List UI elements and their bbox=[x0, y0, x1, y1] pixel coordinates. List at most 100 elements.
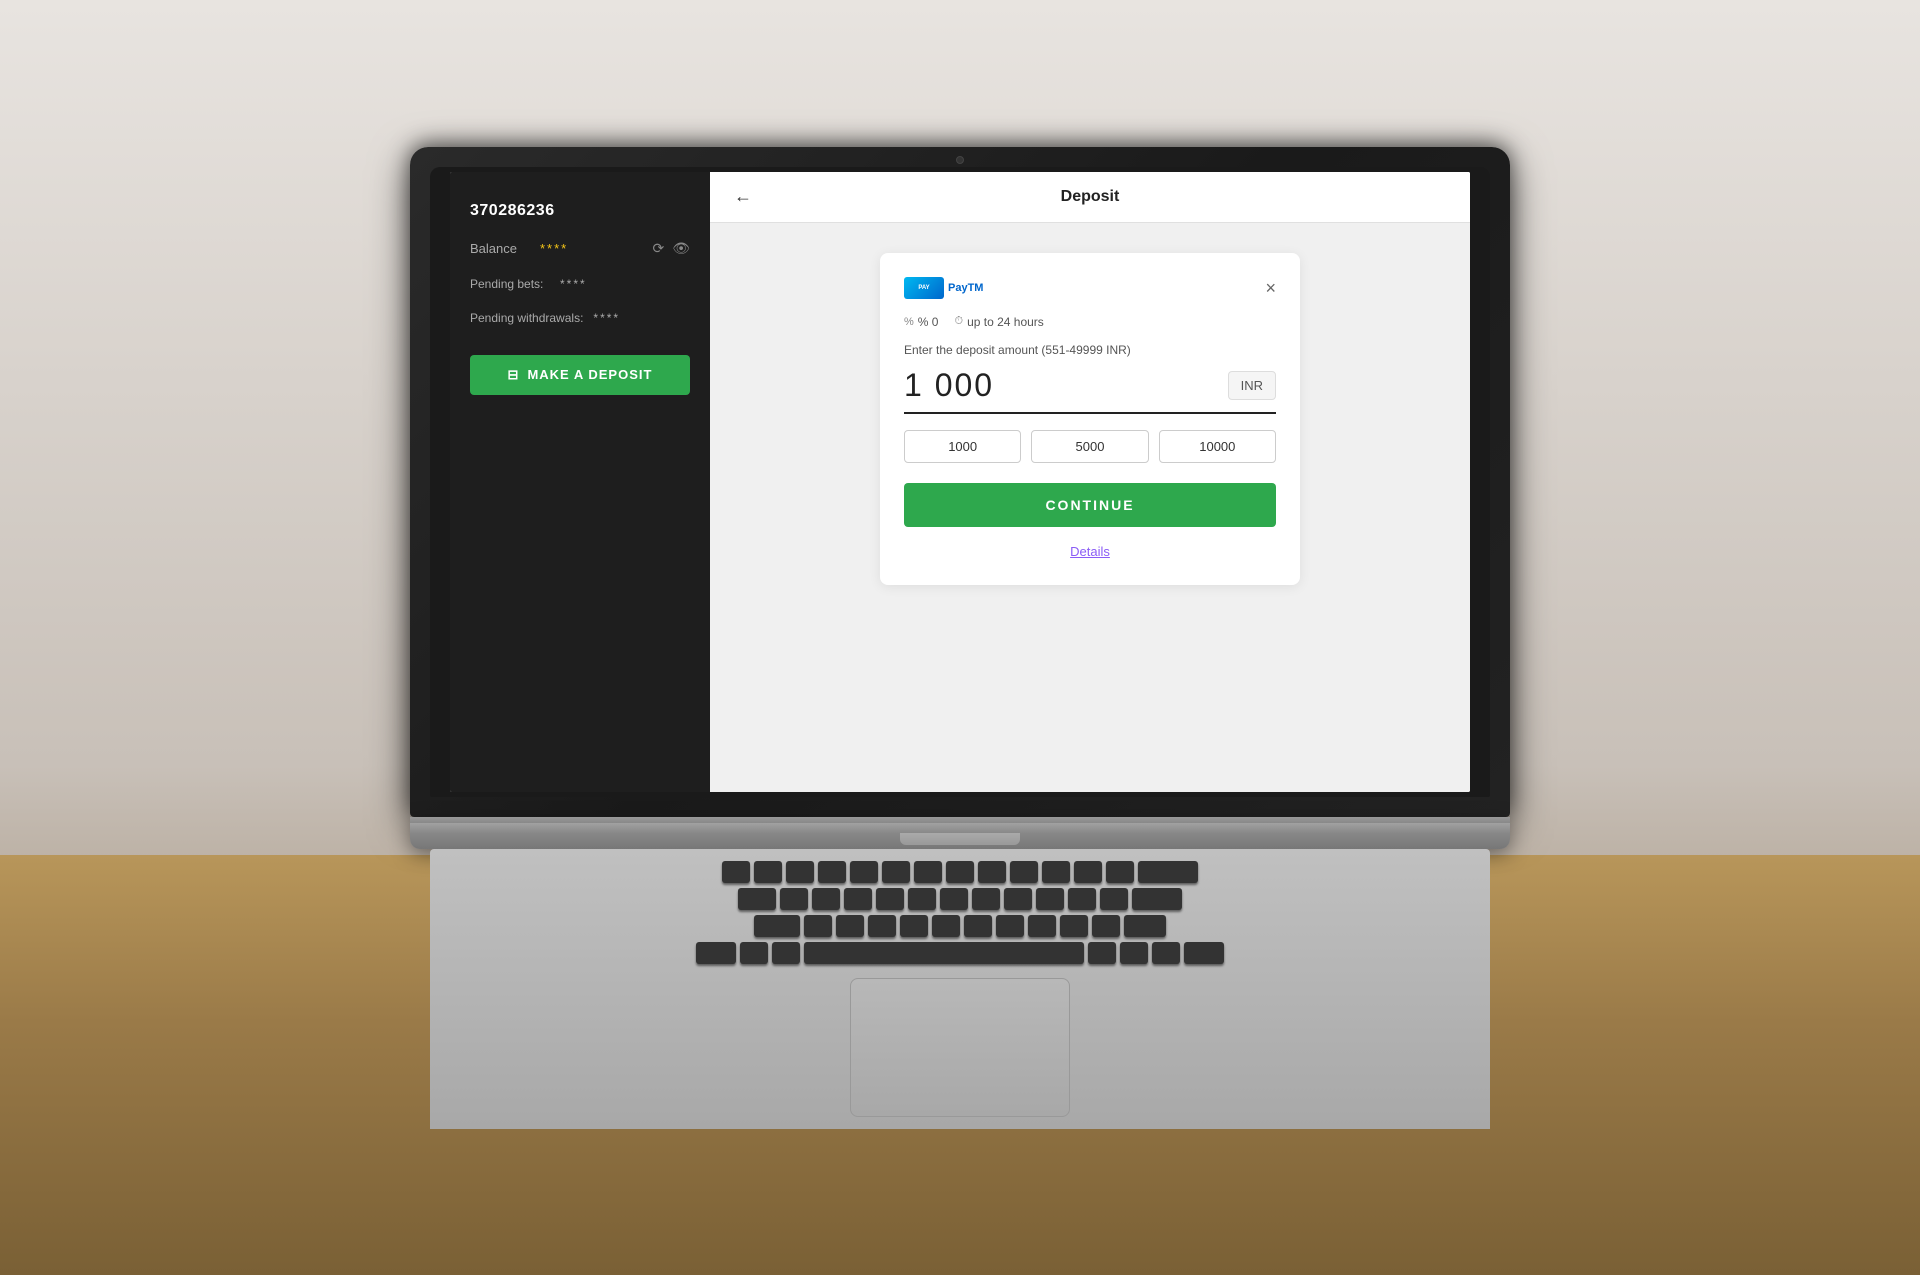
key bbox=[964, 915, 992, 937]
balance-icons: ⟳ 👁 bbox=[652, 240, 690, 257]
key bbox=[1074, 861, 1102, 883]
key bbox=[812, 888, 840, 910]
key-row-2 bbox=[450, 888, 1470, 910]
scene: 370286236 Balance **** ⟳ 👁 Pending bets: bbox=[0, 0, 1920, 1275]
pending-bets-label: Pending bets: bbox=[470, 277, 550, 291]
key bbox=[754, 915, 800, 937]
key bbox=[932, 915, 960, 937]
laptop-base bbox=[410, 817, 1510, 849]
quick-amount-10000[interactable]: 10000 bbox=[1159, 430, 1276, 463]
key bbox=[738, 888, 776, 910]
quick-amount-5000[interactable]: 5000 bbox=[1031, 430, 1148, 463]
key bbox=[1152, 942, 1180, 964]
key bbox=[844, 888, 872, 910]
webcam-icon bbox=[956, 156, 964, 164]
key bbox=[1028, 915, 1056, 937]
key bbox=[754, 861, 782, 883]
pending-bets-value: **** bbox=[560, 277, 587, 291]
back-button[interactable]: ← bbox=[734, 186, 752, 207]
deposit-hint: Enter the deposit amount (551-49999 INR) bbox=[904, 343, 1276, 357]
screen-content: 370286236 Balance **** ⟳ 👁 Pending bets: bbox=[450, 172, 1470, 792]
quick-amounts: 1000 5000 10000 bbox=[904, 430, 1276, 463]
laptop-bezel: 370286236 Balance **** ⟳ 👁 Pending bets: bbox=[430, 167, 1490, 797]
key bbox=[1088, 942, 1116, 964]
key bbox=[1010, 861, 1038, 883]
key bbox=[818, 861, 846, 883]
details-link[interactable]: Details bbox=[1070, 544, 1110, 559]
key bbox=[696, 942, 736, 964]
key bbox=[882, 861, 910, 883]
quick-amount-1000[interactable]: 1000 bbox=[904, 430, 1021, 463]
fee-item: % % 0 bbox=[904, 315, 938, 329]
paytm-label: PayTM bbox=[948, 282, 983, 294]
hinge-strip bbox=[410, 817, 1510, 823]
continue-button[interactable]: CONTINUE bbox=[904, 483, 1276, 527]
key bbox=[972, 888, 1000, 910]
key bbox=[1036, 888, 1064, 910]
account-id: 370286236 bbox=[470, 202, 690, 220]
key bbox=[978, 861, 1006, 883]
pending-withdrawals-label: Pending withdrawals: bbox=[470, 311, 583, 325]
balance-row: Balance **** ⟳ 👁 bbox=[470, 240, 690, 257]
paytm-logo: PAY PayTM bbox=[904, 277, 983, 299]
key-row-1 bbox=[450, 861, 1470, 883]
eye-hide-icon[interactable]: 👁 bbox=[672, 240, 690, 257]
deposit-icon: ⊟ bbox=[508, 367, 520, 383]
key bbox=[1106, 861, 1134, 883]
key bbox=[946, 861, 974, 883]
time-value: up to 24 hours bbox=[967, 315, 1044, 329]
sidebar: 370286236 Balance **** ⟳ 👁 Pending bets: bbox=[450, 172, 710, 792]
key bbox=[940, 888, 968, 910]
key-row-3 bbox=[450, 915, 1470, 937]
deposit-card: PAY PayTM × % bbox=[880, 253, 1300, 585]
clock-icon: ⏱ bbox=[954, 315, 963, 328]
laptop-lid: 370286236 Balance **** ⟳ 👁 Pending bets: bbox=[410, 147, 1510, 817]
balance-label: Balance bbox=[470, 241, 530, 256]
spacebar-key bbox=[804, 942, 1084, 964]
keyboard-rows bbox=[450, 861, 1470, 964]
key bbox=[1100, 888, 1128, 910]
key bbox=[1124, 915, 1166, 937]
key bbox=[722, 861, 750, 883]
time-item: ⏱ up to 24 hours bbox=[954, 315, 1043, 329]
key bbox=[1060, 915, 1088, 937]
refresh-icon[interactable]: ⟳ bbox=[652, 240, 664, 257]
close-button[interactable]: × bbox=[1265, 279, 1276, 297]
laptop-keyboard bbox=[430, 849, 1490, 1129]
pending-bets-row: Pending bets: **** bbox=[470, 277, 690, 291]
key bbox=[914, 861, 942, 883]
key bbox=[1068, 888, 1096, 910]
card-meta: % % 0 ⏱ up to 24 hours bbox=[904, 315, 1276, 329]
key bbox=[1092, 915, 1120, 937]
currency-label: INR bbox=[1228, 371, 1276, 400]
make-deposit-button[interactable]: ⊟ MAKE A DEPOSIT bbox=[470, 355, 690, 395]
balance-stars: **** bbox=[540, 241, 568, 256]
key bbox=[1004, 888, 1032, 910]
key bbox=[850, 861, 878, 883]
key bbox=[1132, 888, 1182, 910]
trackpad-notch bbox=[900, 833, 1020, 845]
paytm-logo-box: PAY bbox=[904, 277, 944, 299]
page-title: Deposit bbox=[734, 188, 1446, 206]
fee-value: % 0 bbox=[918, 315, 939, 329]
key bbox=[836, 915, 864, 937]
details-link-container: Details bbox=[904, 543, 1276, 561]
main-content: ← Deposit PAY bbox=[710, 172, 1470, 792]
amount-display[interactable]: 1 000 bbox=[904, 367, 1218, 404]
key bbox=[1120, 942, 1148, 964]
deposit-button-label: MAKE A DEPOSIT bbox=[527, 367, 652, 382]
deposit-header: ← Deposit bbox=[710, 172, 1470, 223]
key-row-4 bbox=[450, 942, 1470, 964]
trackpad[interactable] bbox=[850, 978, 1070, 1117]
key bbox=[740, 942, 768, 964]
key bbox=[996, 915, 1024, 937]
key bbox=[1042, 861, 1070, 883]
pending-withdrawals-value: **** bbox=[593, 311, 620, 325]
key bbox=[876, 888, 904, 910]
percent-icon: % bbox=[904, 316, 914, 328]
card-header: PAY PayTM × bbox=[904, 277, 1276, 299]
key bbox=[780, 888, 808, 910]
key bbox=[868, 915, 896, 937]
key bbox=[786, 861, 814, 883]
key bbox=[900, 915, 928, 937]
